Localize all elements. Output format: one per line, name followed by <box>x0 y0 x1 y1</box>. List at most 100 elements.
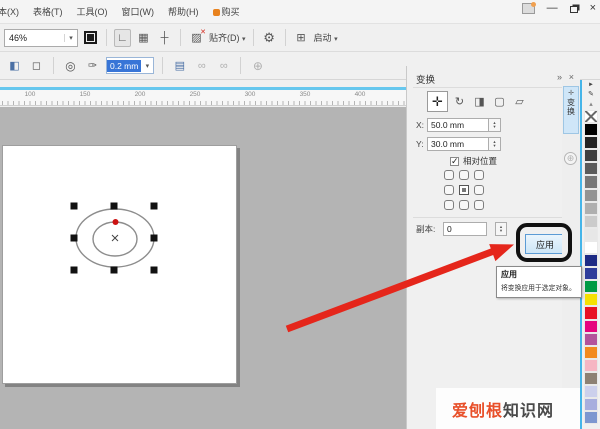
horizontal-ruler[interactable]: 100 150 200 250 300 350 400 <box>0 90 406 106</box>
restore-button[interactable] <box>570 6 578 13</box>
add-docker-button[interactable]: ⊕ <box>564 152 577 165</box>
menu-item-help[interactable]: 帮助(H) <box>168 5 199 18</box>
relative-position-checkbox[interactable] <box>450 157 459 166</box>
palette-swatch-10[interactable] <box>584 241 598 254</box>
anchor-point-grid <box>444 170 492 215</box>
anchor-bottom-center[interactable] <box>459 200 469 210</box>
copies-field[interactable]: 0 <box>443 222 487 236</box>
launch-menu[interactable]: 启动 ▾ <box>314 31 338 44</box>
palette-scroll-up-icon[interactable]: ▴ <box>589 100 593 110</box>
x-position-field[interactable]: 50.0 mm <box>427 118 489 132</box>
fit-page-button[interactable] <box>82 29 99 47</box>
palette-swatch-12[interactable] <box>584 267 598 280</box>
position-transform-button[interactable]: ✛ <box>427 91 448 112</box>
palette-swatch-18[interactable] <box>584 346 598 359</box>
anchor-middle-left[interactable] <box>444 185 454 195</box>
palette-swatch-20[interactable] <box>584 372 598 385</box>
selection-handles[interactable] <box>71 203 158 274</box>
anchor-middle-right[interactable] <box>474 185 484 195</box>
anchor-top-center[interactable] <box>459 170 469 180</box>
menu-item-tools[interactable]: 工具(O) <box>77 5 108 18</box>
palette-swatch-22[interactable] <box>584 398 598 411</box>
anchor-top-left[interactable] <box>444 170 454 180</box>
menu-item-window[interactable]: 窗口(W) <box>122 5 155 18</box>
palette-swatch-13[interactable] <box>584 280 598 293</box>
weld-icon[interactable]: ◻ <box>28 57 45 75</box>
tooltip-text: 将变换应用于选定对象。 <box>501 282 577 292</box>
minimize-button[interactable]: — <box>547 3 558 14</box>
palette-swatch-9[interactable] <box>584 228 598 241</box>
x-spinner[interactable]: ▴▾ <box>489 118 501 132</box>
palette-swatch-14[interactable] <box>584 293 598 306</box>
anchor-top-right[interactable] <box>474 170 484 180</box>
divider <box>240 57 241 74</box>
scale-mirror-transform-button[interactable]: ◨ <box>471 93 488 110</box>
palette-swatch-7[interactable] <box>584 202 598 215</box>
palette-swatch-15[interactable] <box>584 306 598 319</box>
close-button[interactable]: × <box>590 3 596 14</box>
zoom-level-combo[interactable]: 46% ▾ <box>4 29 78 47</box>
palette-swatch-4[interactable] <box>584 162 598 175</box>
rotate-transform-button[interactable]: ↻ <box>451 93 468 110</box>
ruler-label: 350 <box>300 91 311 98</box>
color-palette: ► ✎ ▴ <box>580 80 600 429</box>
link-broken-icon[interactable]: ∞ <box>215 57 232 75</box>
anchor-center-selected[interactable] <box>459 185 469 195</box>
curve-node[interactable] <box>113 219 119 225</box>
palette-swatch-2[interactable] <box>584 136 598 149</box>
account-icon[interactable] <box>522 3 535 14</box>
y-position-field[interactable]: 30.0 mm <box>427 137 489 151</box>
palette-swatch-3[interactable] <box>584 149 598 162</box>
divider <box>180 29 181 46</box>
chevron-down-icon[interactable]: ▾ <box>141 62 153 70</box>
chevron-down-icon: ▾ <box>242 36 246 43</box>
inner-ellipse[interactable] <box>93 222 137 256</box>
snap-off-button[interactable]: ▨✕ <box>188 29 205 47</box>
text-wrap-icon[interactable]: ▤ <box>171 57 188 75</box>
palette-flyout-icon[interactable]: ► <box>588 80 594 90</box>
palette-swatch-21[interactable] <box>584 385 598 398</box>
palette-swatch-5[interactable] <box>584 175 598 188</box>
standard-toolbar: 46% ▾ ∟ ▦ ┼ ▨✕ 贴齐(D) ▾ ⚙ ⊞ 启动 ▾ <box>0 24 600 52</box>
palette-swatch-1[interactable] <box>584 123 598 136</box>
apply-button[interactable]: 应用 <box>525 234 565 254</box>
anchor-bottom-right[interactable] <box>474 200 484 210</box>
anchor-bottom-left[interactable] <box>444 200 454 210</box>
skew-transform-button[interactable]: ▱ <box>511 93 528 110</box>
palette-swatch-11[interactable] <box>584 254 598 267</box>
palette-swatch-19[interactable] <box>584 359 598 372</box>
show-guidelines-button[interactable]: ┼ <box>156 29 173 47</box>
add-symbol-icon[interactable]: ⊕ <box>249 57 266 75</box>
copies-spinner[interactable]: ▴▾ <box>495 222 507 236</box>
selected-ellipses-drawing[interactable] <box>0 107 406 429</box>
outline-pen-icon: ✑ <box>84 57 101 75</box>
menu-item-buy[interactable]: 购买 <box>213 5 240 18</box>
link-icon[interactable]: ∞ <box>193 57 210 75</box>
palette-swatch-23[interactable] <box>584 411 598 424</box>
size-transform-button[interactable]: ▢ <box>491 93 508 110</box>
chevron-down-icon[interactable]: ▾ <box>64 34 77 42</box>
transform-docker: 变换 » × ✛ ↻ ◨ ▢ ▱ X: 50.0 mm ▴▾ Y: 30.0 m… <box>406 66 580 429</box>
eyedropper-icon[interactable]: ✎ <box>588 90 594 100</box>
combine-icon[interactable]: ◧ <box>6 57 23 75</box>
menu-bar: 本(X) 表格(T) 工具(O) 窗口(W) 帮助(H) 购买 — × <box>0 0 600 24</box>
snap-menu[interactable]: 贴齐(D) ▾ <box>209 31 246 44</box>
tab-transform[interactable]: ✛ 变换 <box>563 86 579 134</box>
palette-swatch-17[interactable] <box>584 333 598 346</box>
menu-item-table[interactable]: 表格(T) <box>33 5 63 18</box>
ruler-label: 200 <box>135 91 146 98</box>
palette-swatch-16[interactable] <box>584 320 598 333</box>
palette-swatch-8[interactable] <box>584 215 598 228</box>
drawing-canvas[interactable] <box>0 107 406 429</box>
outline-width-field[interactable]: 0.2 mm ▾ <box>106 57 154 74</box>
palette-swatch-6[interactable] <box>584 189 598 202</box>
options-gear-button[interactable]: ⚙ <box>261 29 278 47</box>
ellipse-tool-icon[interactable]: ◎ <box>62 57 79 75</box>
menu-item-text[interactable]: 本(X) <box>0 5 19 18</box>
y-position-row: Y: 30.0 mm ▴▾ <box>416 137 501 151</box>
show-rulers-button[interactable]: ∟ <box>114 29 131 47</box>
ruler-label: 400 <box>355 91 366 98</box>
show-grid-button[interactable]: ▦ <box>135 29 152 47</box>
y-spinner[interactable]: ▴▾ <box>489 137 501 151</box>
palette-swatch-0[interactable] <box>584 110 598 123</box>
